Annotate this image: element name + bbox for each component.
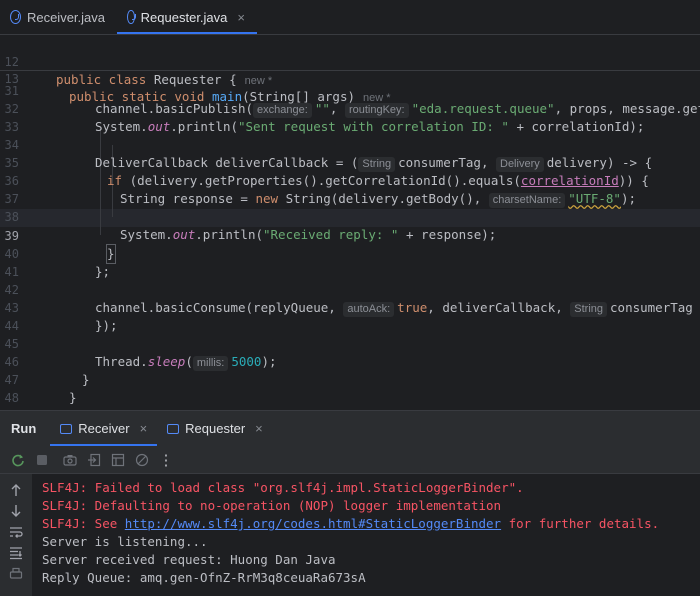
tab-receiver-java[interactable]: Receiver.java <box>0 0 117 34</box>
code-line-36: 36 String response = new String(delivery… <box>4 174 637 208</box>
tab-label: Receiver.java <box>26 9 105 25</box>
console-icon <box>167 423 180 434</box>
tab-requester-java[interactable]: Requester.java × <box>117 0 257 34</box>
console-line: Reply Queue: amq.gen-OfnZ-RrM3q8ceuaRa67… <box>42 570 366 585</box>
camera-icon[interactable] <box>62 452 78 468</box>
console-line: SLF4J: See http://www.slf4j.org/codes.ht… <box>42 516 660 531</box>
stop-icon[interactable] <box>34 452 50 468</box>
code-editor[interactable]: 31 channel.basicPublish(exchange: "", rou… <box>0 35 700 410</box>
run-tool-window-header: Run Receiver × Requester × <box>0 410 700 446</box>
tab-label: Requester.java <box>140 9 228 25</box>
console-line: Server is listening... <box>42 534 208 549</box>
more-options-icon[interactable]: ⋮ <box>158 452 174 469</box>
code-line-42: 42 channel.basicConsume(replyQueue, auto… <box>4 283 693 317</box>
sticky-scroll-header[interactable]: 12 public class Requester {new * 13 publ… <box>0 35 700 104</box>
run-tab-receiver[interactable]: Receiver × <box>50 411 158 446</box>
exit-icon[interactable] <box>86 452 102 468</box>
run-tab-requester[interactable]: Requester × <box>157 411 273 446</box>
run-tab-label: Requester <box>185 421 246 436</box>
code-line-44: 44 <box>4 319 19 333</box>
code-line-47: 47 } <box>4 373 77 405</box>
code-line-43: 43 }); <box>4 301 118 333</box>
code-line-46: 46 } <box>4 355 90 387</box>
code-line-40: 40 }; <box>4 247 111 279</box>
console-line: Server received request: Huong Dan Java <box>42 552 336 567</box>
slf4j-docs-link[interactable]: http://www.slf4j.org/codes.html#StaticLo… <box>125 516 501 531</box>
settings-icon[interactable] <box>134 452 150 468</box>
arrow-up-icon[interactable] <box>8 482 24 498</box>
run-title: Run <box>11 421 37 436</box>
print-icon[interactable] <box>8 566 24 582</box>
editor-tab-bar: Receiver.java Requester.java × <box>0 0 700 35</box>
console-output[interactable]: SLF4J: Failed to load class "org.slf4j.i… <box>32 474 700 596</box>
scroll-to-end-icon[interactable] <box>8 545 24 561</box>
code-line-38: 38 System.out.println("Received reply: "… <box>4 210 497 242</box>
java-class-icon <box>10 10 21 24</box>
code-line-48: 48 <box>4 391 19 405</box>
code-line-41: 41 <box>4 265 19 279</box>
console-line: SLF4J: Defaulting to no-operation (NOP) … <box>42 498 502 513</box>
code-line-34: 34 DeliverCallback deliverCallback = (St… <box>4 138 653 172</box>
code-line-39: 39 } <box>4 229 116 264</box>
run-tab-label: Receiver <box>78 421 130 436</box>
soft-wrap-icon[interactable] <box>8 524 24 540</box>
rerun-icon[interactable] <box>10 452 26 468</box>
code-line-49: 49 } <box>0 389 700 410</box>
restore-layout-icon[interactable] <box>110 452 126 468</box>
console-icon <box>60 423 73 434</box>
sticky-line-12[interactable]: 12 public class Requester {new * <box>0 35 700 87</box>
sticky-line-13[interactable]: 13 public static void main(String[] args… <box>0 52 700 104</box>
run-toolbar: ⋮ <box>0 446 700 474</box>
code-line-37: 37 <box>4 192 19 206</box>
arrow-down-icon[interactable] <box>8 503 24 519</box>
code-line-35: 35 if (delivery.getProperties().getCorre… <box>4 156 649 188</box>
console-line: SLF4J: Failed to load class "org.slf4j.i… <box>42 480 524 495</box>
console-side-toolbar <box>0 474 32 596</box>
close-icon[interactable]: × <box>140 421 148 436</box>
code-line-45: 45 Thread.sleep(millis: 5000); <box>4 337 277 371</box>
close-icon[interactable]: × <box>255 421 263 436</box>
java-class-icon <box>127 10 136 24</box>
close-icon[interactable]: × <box>237 10 245 25</box>
